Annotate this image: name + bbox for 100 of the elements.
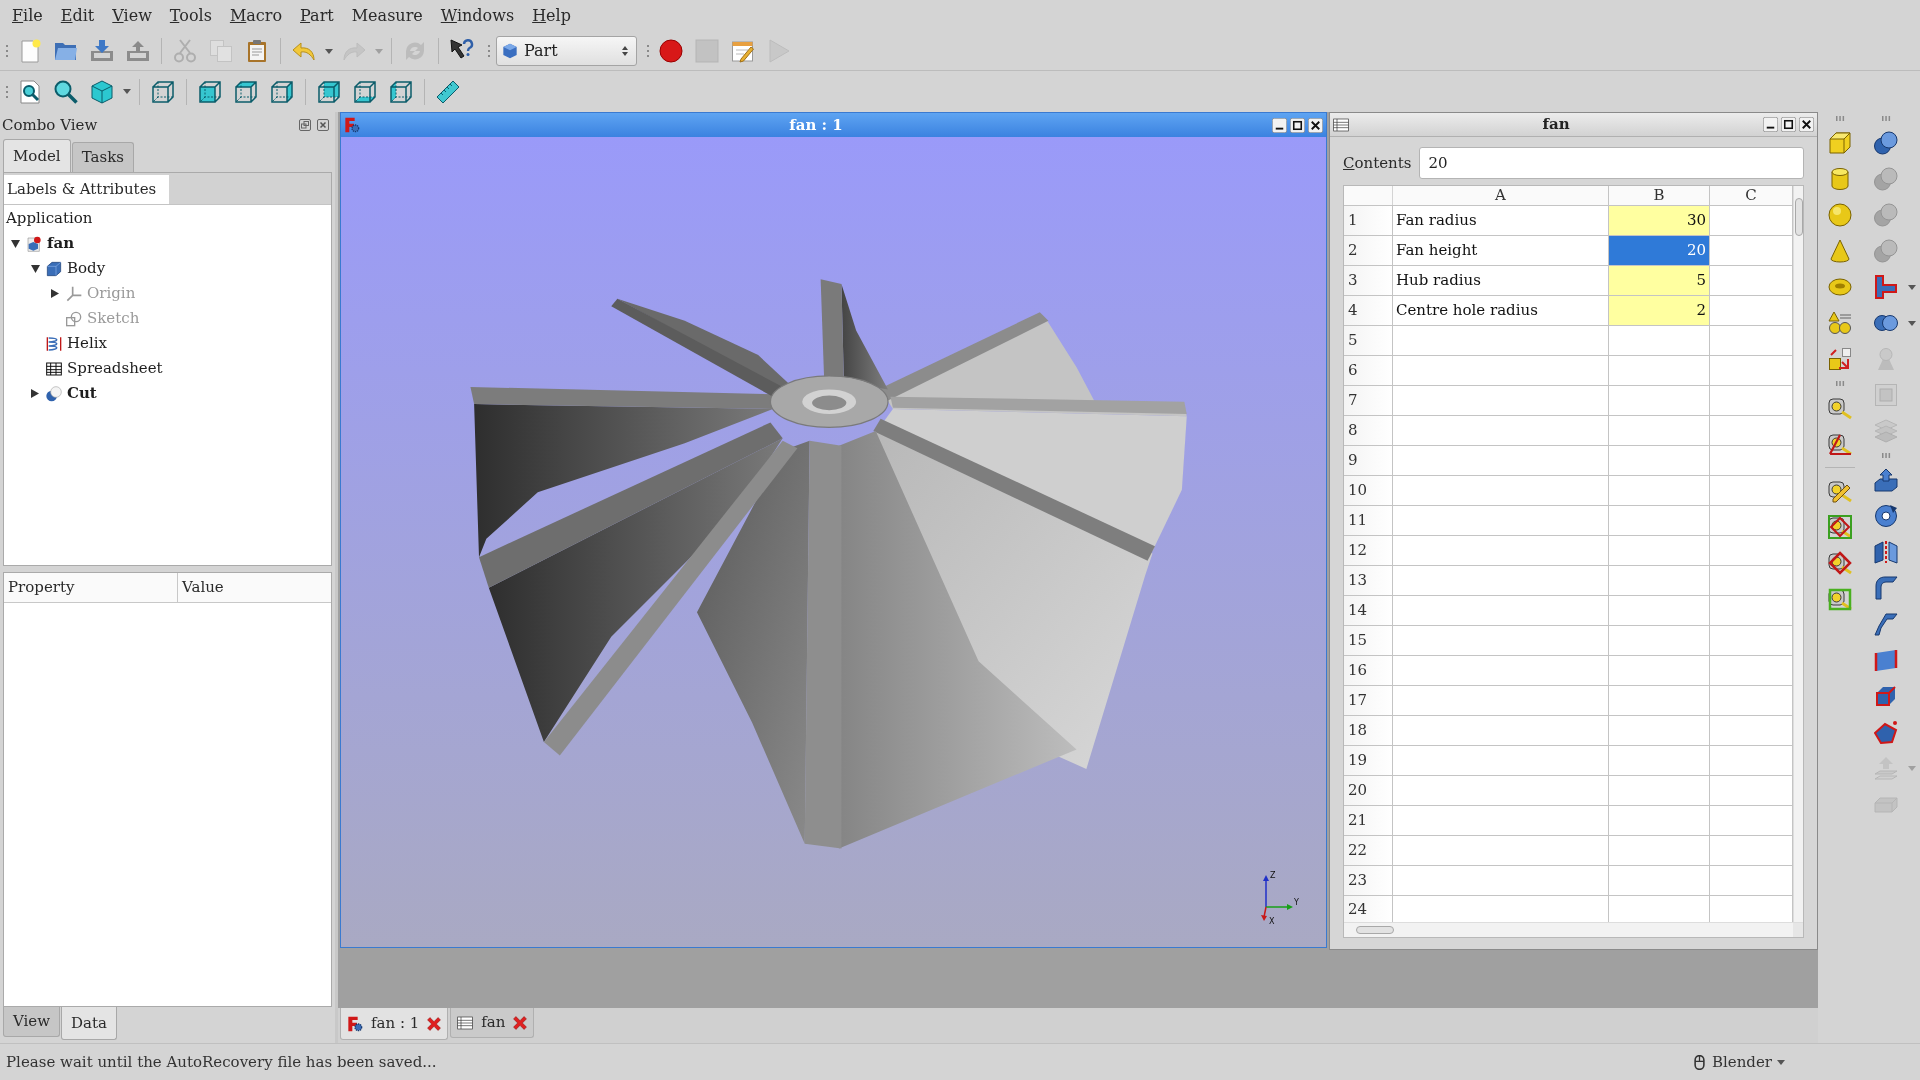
menu-item[interactable]: Measure [342, 4, 432, 28]
close-icon[interactable] [1308, 117, 1323, 133]
tab[interactable]: View [3, 1007, 61, 1037]
contents-field[interactable]: 20 [1419, 147, 1804, 179]
bent-sheet-icon[interactable] [1874, 612, 1898, 636]
row-header[interactable]: 16 [1344, 656, 1393, 685]
spheres-icon[interactable] [1874, 131, 1898, 155]
record-icon[interactable] [659, 39, 683, 63]
workbench-dropdown[interactable]: Part [496, 36, 637, 66]
caret-icon[interactable] [1908, 320, 1916, 326]
menu-item[interactable]: Part [291, 4, 343, 28]
torus-icon[interactable] [1828, 275, 1852, 299]
new-document-icon[interactable] [18, 39, 42, 63]
row-header[interactable]: 10 [1344, 476, 1393, 505]
tape-measure-angle-icon[interactable] [1828, 432, 1852, 456]
column-header[interactable]: Value [178, 573, 331, 602]
cube-face-icon[interactable] [353, 79, 377, 104]
curved-sheet-icon[interactable] [1874, 576, 1898, 600]
tab[interactable]: Tasks [71, 142, 134, 172]
caret-right-icon[interactable] [51, 289, 59, 298]
row-header[interactable]: 5 [1344, 326, 1393, 355]
scrollbar-thumb[interactable] [1356, 926, 1394, 934]
grip-icon[interactable] [1835, 116, 1845, 121]
table-cell[interactable]: 2 [1609, 296, 1710, 325]
table-cell[interactable]: 20 [1609, 236, 1710, 265]
row-header[interactable]: 23 [1344, 866, 1393, 895]
grip-icon[interactable] [487, 44, 491, 58]
column-header[interactable]: A [1393, 186, 1609, 205]
row-header[interactable]: 20 [1344, 776, 1393, 805]
menu-item[interactable]: Edit [51, 4, 104, 28]
menu-item[interactable]: File [3, 4, 52, 28]
mirror-panels-icon[interactable] [1874, 540, 1898, 564]
column-header[interactable]: Property [4, 573, 178, 602]
grip-icon[interactable] [646, 44, 650, 58]
scrollbar-thumb[interactable] [1794, 198, 1803, 236]
maximize-icon[interactable] [1781, 117, 1796, 132]
cube-icon[interactable] [90, 79, 114, 104]
tree-item[interactable]: Helix [67, 332, 107, 355]
row-header[interactable]: 19 [1344, 746, 1393, 775]
column-header[interactable]: C [1710, 186, 1793, 205]
undo-icon[interactable] [292, 39, 316, 63]
app-logo-icon[interactable] [344, 117, 360, 133]
row-header[interactable]: 12 [1344, 536, 1393, 565]
tree-item[interactable]: Spreadsheet [67, 357, 163, 380]
grip-icon[interactable] [1835, 381, 1845, 386]
panel-icon[interactable] [1874, 648, 1898, 672]
tape-measure-icon[interactable] [1828, 396, 1852, 420]
table-icon[interactable] [1333, 116, 1349, 133]
cylinder-icon[interactable] [1828, 167, 1852, 191]
row-header[interactable]: 6 [1344, 356, 1393, 385]
pentagon-icon[interactable] [1874, 720, 1898, 744]
table-cell[interactable]: 30 [1609, 206, 1710, 235]
navigation-style-button[interactable]: Blender [1692, 1050, 1785, 1074]
close-icon[interactable] [1799, 117, 1814, 132]
page-magnifier-icon[interactable] [18, 79, 42, 104]
row-header[interactable]: 18 [1344, 716, 1393, 745]
box-frame-icon[interactable] [1874, 684, 1898, 708]
tape-measure-frame-icon[interactable] [1828, 587, 1852, 611]
caret-down-icon[interactable] [10, 239, 20, 248]
document-tab[interactable]: fan : 1 [340, 1008, 449, 1040]
row-header[interactable]: 9 [1344, 446, 1393, 475]
cube-face-icon[interactable] [270, 79, 294, 104]
row-header[interactable]: 1 [1344, 206, 1393, 235]
menu-item[interactable]: Tools [160, 4, 221, 28]
tree-item[interactable]: Cut [67, 382, 97, 405]
caret-icon[interactable] [123, 89, 131, 94]
menu-item[interactable]: Macro [220, 4, 292, 28]
t-shape-icon[interactable] [1874, 275, 1898, 299]
maximize-icon[interactable] [1290, 117, 1305, 133]
tree-item[interactable]: fan [47, 232, 75, 255]
document-tab[interactable]: fan [450, 1008, 535, 1038]
overlapping-squares-icon[interactable] [299, 119, 311, 131]
caret-icon[interactable] [1908, 284, 1916, 290]
row-header[interactable]: 15 [1344, 626, 1393, 655]
row-header[interactable]: 22 [1344, 836, 1393, 865]
row-header[interactable]: 3 [1344, 266, 1393, 295]
cube-face-icon[interactable] [317, 79, 341, 104]
tray-upload-icon[interactable] [126, 39, 150, 63]
row-header[interactable]: 11 [1344, 506, 1393, 535]
tape-measure-frame-icon[interactable] [1828, 515, 1852, 539]
grip-icon[interactable] [5, 84, 9, 99]
row-header[interactable]: 17 [1344, 686, 1393, 715]
tab[interactable]: Data [61, 1007, 118, 1040]
row-header[interactable]: 24 [1344, 896, 1393, 922]
cube-face-icon[interactable] [389, 79, 413, 104]
minimize-icon[interactable] [1763, 117, 1778, 132]
row-header[interactable]: 21 [1344, 806, 1393, 835]
row-header[interactable]: 13 [1344, 566, 1393, 595]
sphere-icon[interactable] [1828, 203, 1852, 227]
magnifier-icon[interactable] [54, 79, 78, 104]
row-header[interactable]: 8 [1344, 416, 1393, 445]
row-header[interactable]: 7 [1344, 386, 1393, 415]
column-header[interactable]: Labels & Attributes [4, 175, 169, 204]
corner-header[interactable] [1344, 186, 1393, 205]
menu-item[interactable]: Windows [431, 4, 524, 28]
wireframe-cube-icon[interactable] [151, 79, 175, 104]
tape-measure-diamond-icon[interactable] [1828, 551, 1852, 575]
caret-icon[interactable] [325, 48, 333, 54]
cube-face-icon[interactable] [198, 79, 222, 104]
minimize-icon[interactable] [1272, 117, 1287, 133]
